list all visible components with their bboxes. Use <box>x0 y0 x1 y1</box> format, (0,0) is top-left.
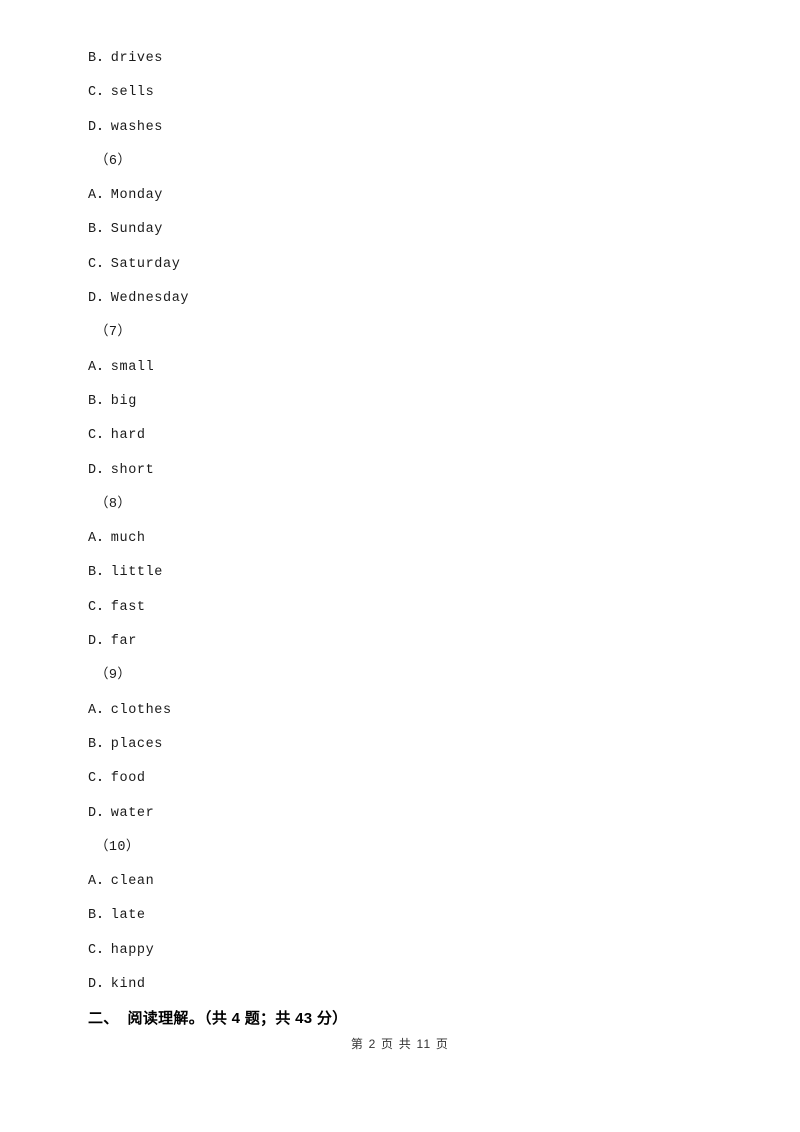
option-line: D．water <box>88 805 155 821</box>
question-number: （6） <box>95 153 132 169</box>
question-number: （8） <box>95 496 132 512</box>
option-line: C．happy <box>88 942 155 958</box>
option-line: A．small <box>88 359 155 375</box>
option-line: C．fast <box>88 599 146 615</box>
option-line: B．little <box>88 565 164 581</box>
document-page: B．drives C．sells D．washes （6） A．Monday B… <box>0 0 800 1132</box>
option-line: C．food <box>88 771 146 787</box>
option-line: B．late <box>88 908 146 924</box>
question-number: （9） <box>95 668 132 684</box>
option-line: C．sells <box>88 85 155 101</box>
section-heading: 二、 阅读理解。（共 4 题；共 43 分） <box>88 1010 348 1027</box>
page-footer: 第 2 页 共 11 页 <box>350 1037 450 1051</box>
option-line: A．clothes <box>88 702 172 718</box>
option-line: C．hard <box>88 428 146 444</box>
option-line: D．washes <box>88 119 164 135</box>
option-line: A．much <box>88 531 146 547</box>
question-options-list: B．drives C．sells D．washes （6） A．Monday B… <box>88 42 708 1002</box>
option-line: B．Sunday <box>88 222 164 238</box>
question-number: （10） <box>95 839 140 855</box>
option-line: C．Saturday <box>88 256 181 272</box>
option-line: D．kind <box>88 977 146 993</box>
option-line: A．clean <box>88 874 155 890</box>
option-line: B．places <box>88 736 164 752</box>
question-number: （7） <box>95 325 132 341</box>
option-line: D．Wednesday <box>88 291 190 307</box>
option-line: D．short <box>88 462 155 478</box>
option-line: B．drives <box>88 51 164 66</box>
option-line: B．big <box>88 393 137 409</box>
option-line: A．Monday <box>88 188 164 204</box>
option-line: D．far <box>88 634 137 650</box>
